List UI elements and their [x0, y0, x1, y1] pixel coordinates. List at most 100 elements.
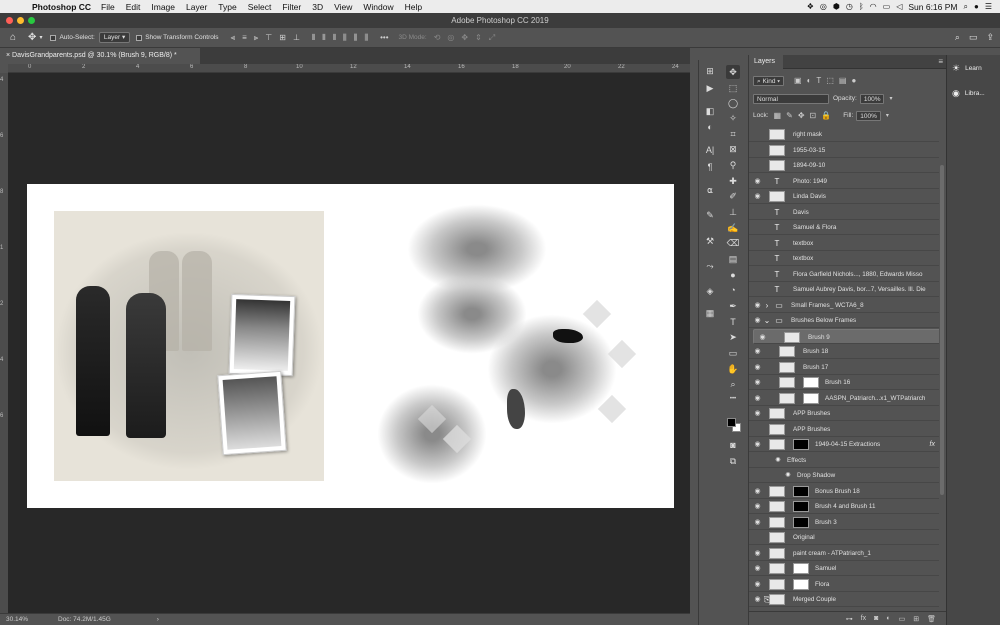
- layer-row[interactable]: ◉ Brush 3: [749, 515, 939, 530]
- canvas-area[interactable]: [8, 73, 690, 613]
- layer-row[interactable]: 1955-03-15: [749, 143, 939, 158]
- kind-filter-select[interactable]: ⌕ Kind ▾: [753, 75, 785, 86]
- clone-stamp-tool-icon[interactable]: ⊥: [726, 205, 740, 219]
- layer-list[interactable]: right mask 1955-03-15 1894-09-10 ◉ T Photo: 1…: [749, 127, 939, 607]
- paragraph-icon[interactable]: ¶: [703, 160, 717, 174]
- eye-icon[interactable]: [753, 254, 762, 263]
- adjustment-filter-icon[interactable]: ◐: [807, 76, 812, 85]
- document-canvas[interactable]: [27, 184, 674, 508]
- layer-row[interactable]: APP Brushes: [749, 422, 939, 437]
- filter-toggle-icon[interactable]: ●: [851, 76, 856, 85]
- wifi-icon[interactable]: ◠: [870, 2, 877, 11]
- menu-help[interactable]: Help: [405, 2, 422, 12]
- panel-menu-icon[interactable]: ≡: [938, 57, 943, 66]
- adjustment-layer-icon[interactable]: ◐: [886, 615, 890, 622]
- align-bottom-icon[interactable]: ⊥: [293, 33, 300, 42]
- layer-row[interactable]: T Davis: [749, 205, 939, 220]
- menu-type[interactable]: Type: [218, 2, 236, 12]
- shape-filter-icon[interactable]: ⬚: [826, 76, 834, 85]
- dodge-tool-icon[interactable]: ◔: [726, 283, 740, 297]
- lock-artboard-icon[interactable]: ⊡: [810, 111, 817, 120]
- vertical-ruler[interactable]: 4 6 8 1 2 4 6: [0, 73, 8, 613]
- layer-row[interactable]: ◉ Linda Davis: [749, 189, 939, 204]
- trash-icon[interactable]: 🗑: [927, 615, 936, 623]
- eye-icon[interactable]: ◉: [753, 595, 762, 604]
- layer-mask-thumbnail[interactable]: [793, 516, 809, 528]
- lasso-tool-icon[interactable]: ◯: [726, 96, 740, 110]
- zoom-tool-icon[interactable]: ⌕: [726, 377, 740, 391]
- layer-row[interactable]: ◉ AASPN_Patriarch...x1_WTPatriarch: [749, 391, 939, 406]
- gradient-tool-icon[interactable]: ▤: [726, 252, 740, 266]
- layer-row[interactable]: T Flora Garfield Nichols..., 1880, Edward…: [749, 267, 939, 282]
- layer-row[interactable]: ◉ Brush 4 and Brush 11: [749, 499, 939, 514]
- distribute-bottom-icon[interactable]: ⫴: [333, 33, 336, 43]
- layer-row[interactable]: ◉ Brush 18: [749, 344, 939, 359]
- crop-tool-icon[interactable]: ⌗: [726, 127, 740, 141]
- workspace-icon[interactable]: ▭: [969, 32, 978, 43]
- eye-icon[interactable]: ◉: [753, 518, 762, 527]
- app-menu[interactable]: Photoshop CC: [32, 2, 91, 12]
- align-top-icon[interactable]: ⊤: [265, 33, 272, 42]
- layer-row[interactable]: ◉ Brush 9: [753, 328, 939, 344]
- transform-controls-checkbox[interactable]: Show Transform Controls: [136, 34, 219, 41]
- zoom-level[interactable]: 30.14%: [6, 616, 46, 623]
- document-tab[interactable]: × DavisGrandparents.psd @ 30.1% (Brush 9…: [0, 48, 200, 64]
- lock-position-icon[interactable]: ✥: [798, 111, 805, 120]
- distribute-right-icon[interactable]: ⫼: [364, 33, 368, 43]
- brush-presets-icon[interactable]: ✎: [703, 208, 717, 222]
- distribute-left-icon[interactable]: ⫼: [343, 33, 347, 43]
- align-middle-icon[interactable]: ⊞: [279, 33, 286, 42]
- disclosure-icon[interactable]: ›: [763, 300, 771, 311]
- menu-filter[interactable]: Filter: [282, 2, 301, 12]
- quick-mask-icon[interactable]: ◙: [726, 438, 740, 452]
- blur-tool-icon[interactable]: ●: [726, 268, 740, 282]
- eye-icon[interactable]: [753, 146, 762, 155]
- layer-mask-thumbnail[interactable]: [793, 501, 809, 512]
- layer-effects-icon[interactable]: fx: [930, 437, 935, 452]
- layer-mask-thumbnail[interactable]: [793, 485, 809, 497]
- eye-icon[interactable]: ◉: [753, 440, 762, 449]
- more-options-icon[interactable]: •••: [380, 33, 388, 42]
- grid-icon[interactable]: ▦: [703, 306, 717, 320]
- layer-mask-thumbnail[interactable]: [793, 439, 809, 450]
- layer-row[interactable]: ◉ Samuel: [749, 561, 939, 576]
- chevron-down-icon[interactable]: ▾: [886, 112, 889, 119]
- layer-row[interactable]: 1894-09-10: [749, 158, 939, 173]
- opacity-field[interactable]: 100%: [859, 93, 885, 104]
- eye-icon[interactable]: ◉: [753, 394, 762, 403]
- distribute-top-icon[interactable]: ⫴: [312, 33, 315, 43]
- layer-mask-thumbnail[interactable]: [803, 392, 819, 404]
- eyedropper-tool-icon[interactable]: ⚲: [726, 158, 740, 172]
- layer-mask-thumbnail[interactable]: [803, 377, 819, 388]
- frame-tool-icon[interactable]: ⊠: [726, 142, 740, 156]
- brush-tool-icon[interactable]: ✐: [726, 189, 740, 203]
- layer-mask-thumbnail[interactable]: [793, 578, 809, 590]
- layer-style-icon[interactable]: fx: [861, 615, 866, 622]
- extension-icon[interactable]: ⬢: [833, 2, 840, 11]
- distribute-center-icon[interactable]: ⫼: [354, 33, 358, 43]
- layer-row[interactable]: ◉ Brush 16: [749, 375, 939, 390]
- type-filter-icon[interactable]: T: [816, 76, 821, 85]
- layer-row[interactable]: ◉ › ▭ Small Frames_ WCTA6_8: [749, 298, 939, 313]
- chevron-right-icon[interactable]: ›: [157, 616, 159, 623]
- eye-icon[interactable]: [753, 130, 762, 139]
- move-tool-icon[interactable]: ✥: [28, 32, 36, 43]
- chevron-down-icon[interactable]: ▾: [889, 95, 892, 102]
- eye-icon[interactable]: ◉: [753, 487, 762, 496]
- eye-icon[interactable]: [753, 456, 762, 465]
- close-icon[interactable]: [6, 17, 13, 24]
- battery-icon[interactable]: ▭: [883, 2, 891, 11]
- layer-row[interactable]: Ttextbox: [749, 251, 939, 266]
- eye-icon[interactable]: ◉: [753, 378, 762, 387]
- minimize-icon[interactable]: [17, 17, 24, 24]
- menu-edit[interactable]: Edit: [126, 2, 141, 12]
- layer-row[interactable]: ◉ Flora: [749, 577, 939, 592]
- layer-row[interactable]: ◉ ⌄ ▭ Brushes Below Frames: [749, 313, 939, 328]
- user-icon[interactable]: ●: [974, 2, 979, 11]
- layer-row[interactable]: ◉ Effects: [749, 453, 939, 468]
- layers-scrollbar[interactable]: [940, 165, 944, 495]
- distribute-middle-icon[interactable]: ⫴: [322, 33, 325, 43]
- auto-select-checkbox[interactable]: Auto-Select:: [50, 34, 95, 41]
- eye-icon[interactable]: [753, 270, 762, 279]
- adjustments-icon[interactable]: ◧: [703, 104, 717, 118]
